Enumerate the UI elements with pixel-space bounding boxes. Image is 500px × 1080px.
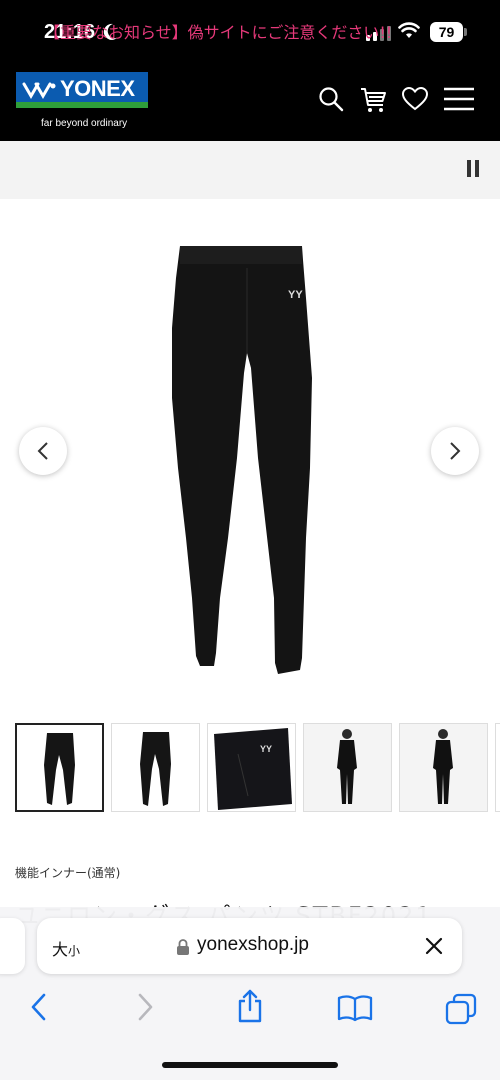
search-icon[interactable] bbox=[318, 86, 344, 112]
page: 21:16 79 YONEX far beyond ordinary 【重要なお… bbox=[0, 0, 500, 1080]
thumbnail-image bbox=[44, 733, 75, 805]
battery-tip bbox=[464, 28, 467, 36]
home-indicator[interactable] bbox=[162, 1062, 338, 1068]
svg-text:YY: YY bbox=[260, 744, 272, 754]
text-size-large-label: 大 bbox=[52, 940, 69, 959]
battery-indicator: 79 bbox=[430, 22, 463, 42]
product-category: 機能インナー(通常) bbox=[15, 866, 121, 880]
cart-icon[interactable] bbox=[360, 86, 388, 114]
thumbnail-image bbox=[400, 724, 487, 811]
tabs-icon[interactable] bbox=[445, 993, 477, 1025]
url-text[interactable]: yonexshop.jp bbox=[197, 934, 309, 956]
thumbnail-2[interactable] bbox=[111, 723, 200, 812]
close-icon[interactable] bbox=[424, 936, 444, 956]
tagline: far beyond ordinary bbox=[41, 118, 128, 129]
next-image-button[interactable] bbox=[431, 427, 479, 475]
menu-icon[interactable] bbox=[443, 86, 475, 112]
thumbnail-image bbox=[304, 724, 391, 811]
forward-icon[interactable] bbox=[136, 992, 156, 1022]
chevron-right-icon bbox=[450, 442, 461, 460]
product-main-image[interactable]: YY bbox=[120, 238, 380, 678]
thumbnail-3[interactable]: YY bbox=[207, 723, 296, 812]
notice-banner[interactable] bbox=[0, 141, 500, 199]
thumbnail-image bbox=[140, 732, 171, 806]
bookmarks-icon[interactable] bbox=[337, 994, 373, 1022]
share-icon[interactable] bbox=[236, 989, 264, 1023]
thumbnail-image: YY bbox=[214, 728, 292, 810]
yonex-logo[interactable]: YONEX bbox=[16, 72, 148, 108]
logo-text: YONEX bbox=[60, 76, 135, 101]
product-logo-mark: YY bbox=[288, 289, 303, 301]
thumbnail-6-partial[interactable] bbox=[495, 723, 500, 812]
prev-image-button[interactable] bbox=[19, 427, 67, 475]
thumbnail-strip: YY bbox=[15, 723, 500, 813]
thumbnail-5[interactable] bbox=[399, 723, 488, 812]
chevron-left-icon bbox=[37, 442, 48, 460]
lock-icon bbox=[177, 939, 189, 955]
previous-tab-peek[interactable] bbox=[0, 918, 25, 974]
yonex-logo-mark-icon bbox=[22, 82, 56, 99]
wifi-icon bbox=[398, 22, 420, 38]
notice-text[interactable]: 【重要なお知らせ】偽サイトにご注意ください!! bbox=[44, 19, 392, 43]
text-size-button[interactable]: 大小 bbox=[52, 936, 80, 960]
logo-green-band bbox=[16, 102, 148, 108]
thumbnail-1[interactable] bbox=[15, 723, 104, 812]
thumbnail-4[interactable] bbox=[303, 723, 392, 812]
back-icon[interactable] bbox=[28, 992, 48, 1022]
pause-button[interactable] bbox=[466, 160, 480, 178]
heart-icon[interactable] bbox=[401, 86, 429, 112]
text-size-small-label: 小 bbox=[68, 944, 81, 958]
